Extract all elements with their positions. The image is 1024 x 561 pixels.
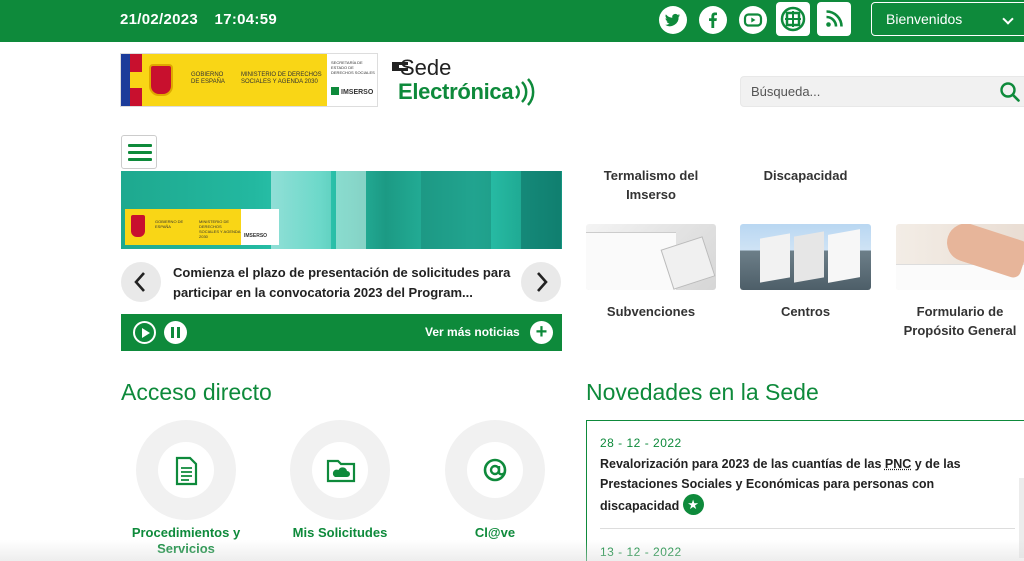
clave-button[interactable] (445, 420, 545, 520)
tile-discapacidad[interactable]: Discapacidad (740, 166, 871, 185)
top-bar: 21/02/2023 17:04:59 Bienvenidos (0, 0, 1024, 42)
ministerio-text: MINISTERIO DE DERECHOS SOCIALES Y AGENDA… (241, 72, 322, 85)
gobierno-text: GOBIERNO DE ESPAÑA (191, 72, 225, 85)
mis-solicitudes-button[interactable] (290, 420, 390, 520)
facebook-icon[interactable] (699, 6, 727, 34)
carousel-news-text[interactable]: Comienza el plazo de presentación de sol… (173, 263, 513, 303)
chevron-down-icon (1002, 13, 1014, 25)
search-box (740, 76, 1024, 107)
news-date: 28 - 12 - 2022 (600, 436, 682, 450)
youtube-icon[interactable] (739, 6, 767, 34)
welcome-dropdown[interactable]: Bienvenidos (871, 2, 1024, 36)
current-date: 21/02/2023 (120, 11, 199, 28)
date-time: 21/02/2023 17:04:59 (120, 11, 289, 28)
coat-of-arms-icon (131, 215, 145, 237)
chevron-left-icon (134, 272, 145, 292)
sede-electronica-logo[interactable]: Sede Electrónica (390, 52, 540, 108)
eu-flag (121, 54, 130, 106)
imserso-text: IMSERSO (341, 89, 374, 96)
carousel-next-button[interactable] (521, 262, 561, 302)
carousel-image[interactable]: GOBIERNO DE ESPAÑA MINISTERIO DE DERECHO… (121, 171, 562, 249)
coat-of-arms-icon (149, 64, 173, 96)
banner-ministerio-text: MINISTERIO DE DERECHOS SOCIALES Y AGENDA… (199, 219, 241, 239)
hamburger-icon (128, 144, 152, 147)
tile-termalismo[interactable]: Termalismo del Imserso (586, 166, 716, 204)
chevron-right-icon (537, 272, 548, 292)
plus-icon[interactable]: + (530, 321, 553, 344)
star-icon (683, 494, 705, 515)
imserso-mark-icon (331, 87, 339, 95)
procedimientos-label[interactable]: Procedimientos y Servicios (116, 525, 256, 557)
novedades-list: 28 - 12 - 2022 Revalorización para 2023 … (586, 420, 1024, 561)
search-input[interactable] (741, 77, 991, 106)
menu-button[interactable] (121, 135, 157, 169)
twitter-icon[interactable] (659, 6, 687, 34)
tile-centros[interactable]: Centros (740, 302, 871, 321)
welcome-label: Bienvenidos (886, 11, 963, 27)
pause-icon[interactable] (164, 321, 187, 344)
subvenciones-image[interactable] (586, 224, 716, 290)
search-icon[interactable] (999, 81, 1021, 103)
formulario-image[interactable] (896, 224, 1024, 290)
divider (600, 528, 1015, 529)
electronica-text: Electrónica (398, 79, 514, 104)
secretaria-text: SECRETARÍA DE ESTADO DE DERECHOS SOCIALE… (331, 60, 375, 75)
imserso-logo: IMSERSO (331, 87, 373, 96)
spain-flag (130, 54, 142, 106)
rss-icon[interactable] (817, 2, 851, 36)
tile-subvenciones[interactable]: Subvenciones (586, 302, 716, 321)
procedimientos-button[interactable] (136, 420, 236, 520)
news-item-link[interactable]: Revalorización para 2023 de las cuantías… (600, 454, 990, 516)
carousel-caption: Comienza el plazo de presentación de sol… (121, 259, 562, 305)
centros-image[interactable] (740, 224, 871, 290)
carousel-prev-button[interactable] (121, 262, 161, 302)
current-time: 17:04:59 (214, 11, 277, 28)
scroll-edge (1019, 478, 1024, 558)
imserso-app-icon[interactable] (776, 2, 810, 36)
carousel-controls: Ver más noticias + (121, 314, 562, 351)
sede-text: Sede (400, 55, 452, 80)
clave-label[interactable]: Cl@ve (425, 525, 565, 541)
banner-gobierno-text: GOBIERNO DE ESPAÑA (155, 219, 184, 229)
mis-solicitudes-label[interactable]: Mis Solicitudes (270, 525, 410, 541)
play-icon[interactable] (133, 321, 156, 344)
signal-waves-icon (515, 78, 535, 106)
novedades-title: Novedades en la Sede (586, 379, 819, 405)
clave-icon (483, 458, 507, 482)
acceso-directo-title: Acceso directo (121, 379, 272, 405)
tile-formulario[interactable]: Formulario de Propósito General (896, 302, 1024, 340)
government-logo[interactable]: GOBIERNO DE ESPAÑA MINISTERIO DE DERECHO… (120, 53, 378, 107)
folder-cloud-icon (326, 459, 356, 483)
more-news-link[interactable]: Ver más noticias (425, 325, 520, 339)
pnc-abbreviation: PNC (884, 457, 912, 471)
document-icon (175, 456, 198, 486)
news-date: 13 - 12 - 2022 (600, 545, 682, 559)
banner-imserso-text: IMSERSO (244, 233, 268, 239)
